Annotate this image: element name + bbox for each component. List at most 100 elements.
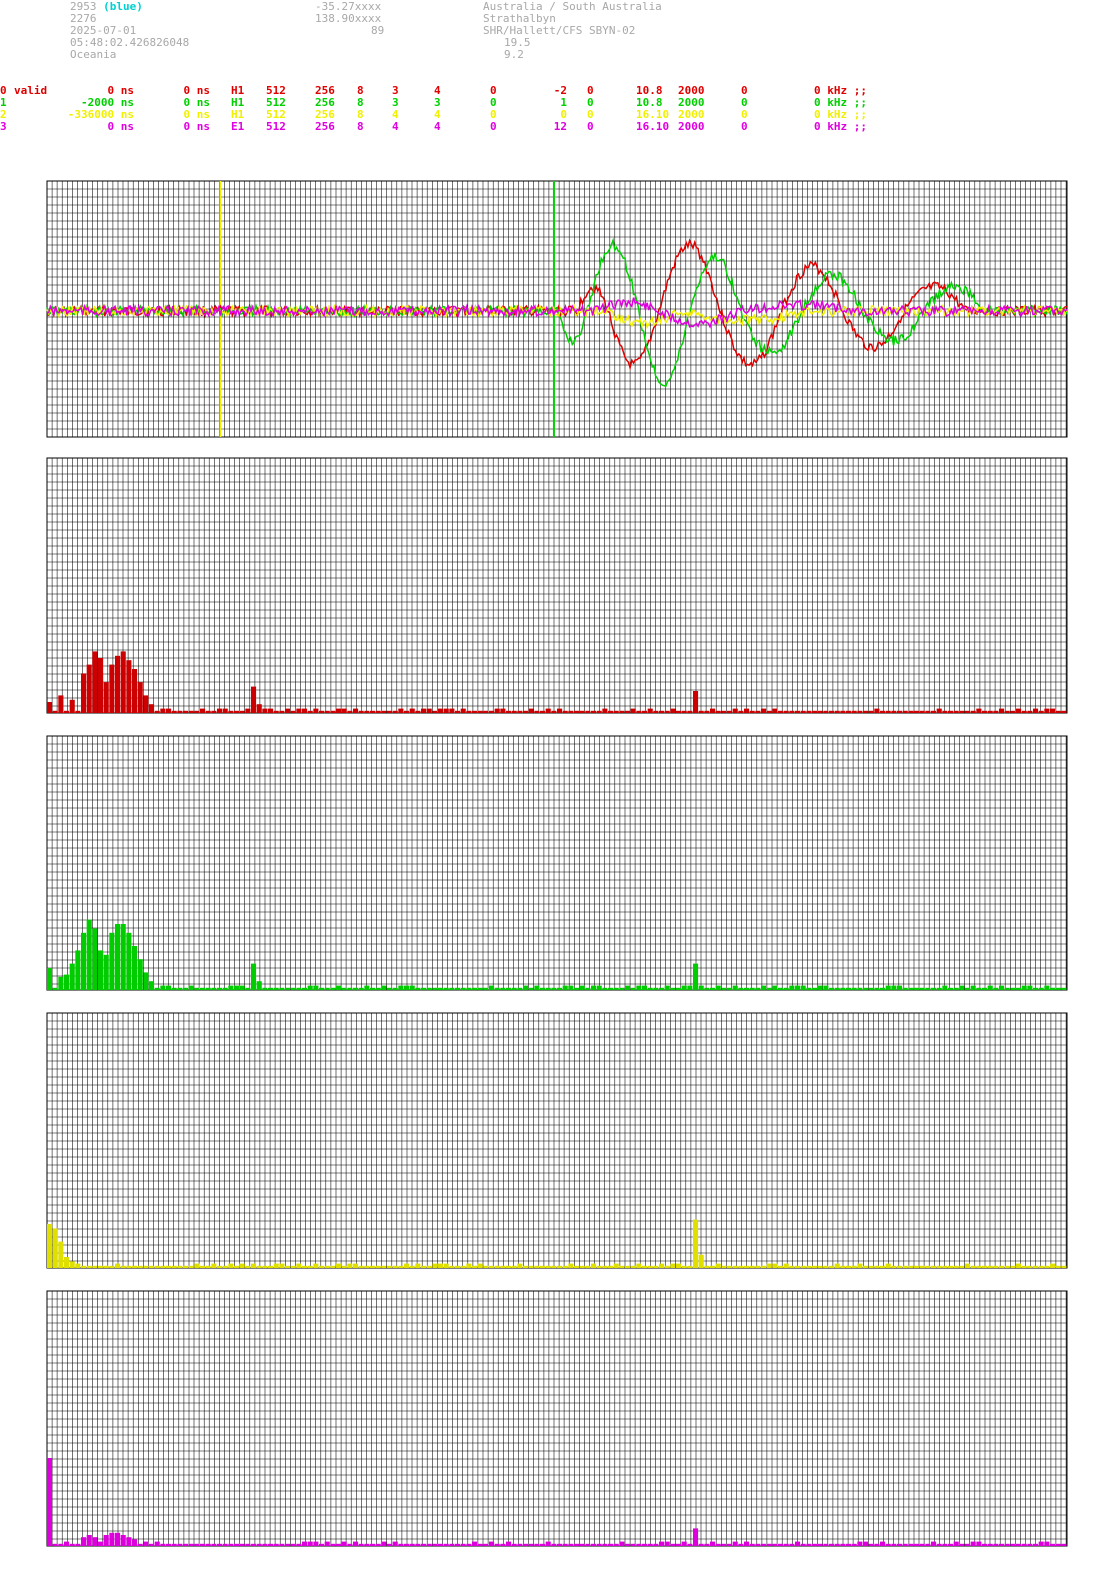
- spectrum-4-bar: [290, 1543, 296, 1546]
- spectrum-2-bar: [149, 981, 155, 990]
- spectrum-3-bar: [936, 1265, 942, 1268]
- spectrum-4-bar: [268, 1543, 274, 1546]
- spectrum-4-bar: [483, 1543, 489, 1546]
- spectrum-2-bar: [494, 987, 500, 990]
- spectrum-1-bar: [1016, 708, 1022, 713]
- spectrum-3-bar: [438, 1263, 444, 1268]
- spectrum-3-bar: [965, 1263, 971, 1268]
- spectrum-4-bar: [256, 1543, 262, 1546]
- spectrum-2-bar: [1055, 987, 1061, 990]
- spectrum-4-bar: [676, 1543, 682, 1546]
- spectrum-3-bar: [653, 1265, 659, 1268]
- spectrum-3-bar: [976, 1265, 982, 1268]
- spectrum-2-bar: [1027, 985, 1033, 990]
- spectrum-3-bar: [789, 1265, 795, 1268]
- spectrum-4-bar: [721, 1543, 727, 1546]
- spectrum-3-bar: [52, 1228, 58, 1268]
- spectrum-4-bar: [52, 1543, 58, 1546]
- spectrum-3-bar: [540, 1265, 546, 1268]
- spectrum-4-bar: [358, 1543, 364, 1546]
- spectrum-3-bar: [755, 1265, 761, 1268]
- spectrum-1-bar: [466, 710, 472, 713]
- spectrum-4-bar: [976, 1541, 982, 1546]
- spectrum-2-bar: [738, 987, 744, 990]
- spectrum-4-bar: [455, 1543, 461, 1546]
- spectrum-3-bar: [970, 1265, 976, 1268]
- spectrum-4-bar: [1004, 1543, 1010, 1546]
- spectrum-2-bar: [925, 987, 931, 990]
- spectrum-1-bar: [829, 710, 835, 713]
- spectrum-3-bar: [647, 1265, 653, 1268]
- spectrum-2-bar: [727, 987, 733, 990]
- spectrum-1-bar: [557, 708, 563, 713]
- spectrum-4-bar: [829, 1543, 835, 1546]
- spectrum-4-bar: [449, 1543, 455, 1546]
- spectrum-4-bar: [619, 1541, 625, 1546]
- spectrum-1-bar: [778, 710, 784, 713]
- spectrum-3-bar: [194, 1263, 200, 1268]
- spectrum-2-bar: [642, 985, 648, 990]
- spectrum-1-bar: [500, 708, 506, 713]
- spectrum-2-bar: [829, 987, 835, 990]
- spectrum-1-bar: [1044, 708, 1050, 713]
- spectrum-4-bar: [840, 1543, 846, 1546]
- spectrum-3-bar: [642, 1265, 648, 1268]
- spectrum-2-bar: [313, 985, 319, 990]
- spectrum-3-bar: [591, 1263, 597, 1268]
- spectrum-2-bar: [336, 985, 342, 990]
- spectrum-2-bar: [330, 987, 336, 990]
- spectrum-1-bar: [81, 673, 87, 713]
- spectrum-4-bar: [166, 1543, 172, 1546]
- spectrum-2-bar: [687, 985, 693, 990]
- spectrum-4-bar: [126, 1537, 132, 1546]
- spectrum-2-bar: [551, 987, 557, 990]
- spectrum-1-bar: [103, 682, 109, 713]
- spectrum-1-bar: [783, 710, 789, 713]
- spectrum-3-bar: [126, 1265, 132, 1268]
- spectrum-4-bar: [800, 1543, 806, 1546]
- spectrum-3-bar: [251, 1263, 257, 1268]
- spectrum-3-bar: [834, 1263, 840, 1268]
- spectrum-2-bar: [659, 987, 665, 990]
- spectrum-1-bar: [279, 710, 285, 713]
- spectrum-3-bar: [477, 1263, 483, 1268]
- spectrum-4-bar: [1027, 1543, 1033, 1546]
- spectrum-4-bar: [715, 1543, 721, 1546]
- spectrum-2-bar: [676, 987, 682, 990]
- spectrum-2-bar: [874, 987, 880, 990]
- spectrum-2-bar: [942, 985, 948, 990]
- spectrum-3-bar: [69, 1261, 75, 1268]
- spectrum-3-bar: [868, 1265, 874, 1268]
- spectrum-3-bar: [880, 1265, 886, 1268]
- spectrum-3-bar: [659, 1263, 665, 1268]
- spectrum-2-bar: [222, 987, 228, 990]
- spectrum-4-bar: [999, 1543, 1005, 1546]
- spectrum-1-bar: [443, 708, 449, 713]
- spectrum-3-bar: [489, 1265, 495, 1268]
- spectrum-3-bar: [358, 1265, 364, 1268]
- spectrum-4-bar: [341, 1541, 347, 1546]
- spectrum-1-bar: [897, 710, 903, 713]
- spectrum-3-bar: [313, 1263, 319, 1268]
- spectrum-4-bar: [642, 1543, 648, 1546]
- spectrum-1-bar: [936, 708, 942, 713]
- spectrum-3-bar: [749, 1265, 755, 1268]
- spectrum-4-bar: [783, 1543, 789, 1546]
- spectrum-1-bar: [166, 708, 172, 713]
- spectrum-2-bar: [392, 987, 398, 990]
- spectrum-1-bar: [251, 686, 257, 713]
- spectrum-4-bar: [211, 1543, 217, 1546]
- spectrum-3-bar: [460, 1265, 466, 1268]
- spectrum-2-bar: [1010, 987, 1016, 990]
- spectrum-1-bar: [755, 710, 761, 713]
- spectrum-4-bar: [630, 1543, 636, 1546]
- spectrum-1-bar: [86, 664, 92, 713]
- spectrum-1-bar: [698, 710, 704, 713]
- spectrum-3-bar: [523, 1265, 529, 1268]
- spectrum-4-bar: [868, 1543, 874, 1546]
- spectrum-1-bar: [732, 708, 738, 713]
- spectrum-1-bar: [914, 710, 920, 713]
- spectrum-3-bar: [387, 1265, 393, 1268]
- spectrum-3-bar: [942, 1265, 948, 1268]
- spectrum-2-bar: [364, 985, 370, 990]
